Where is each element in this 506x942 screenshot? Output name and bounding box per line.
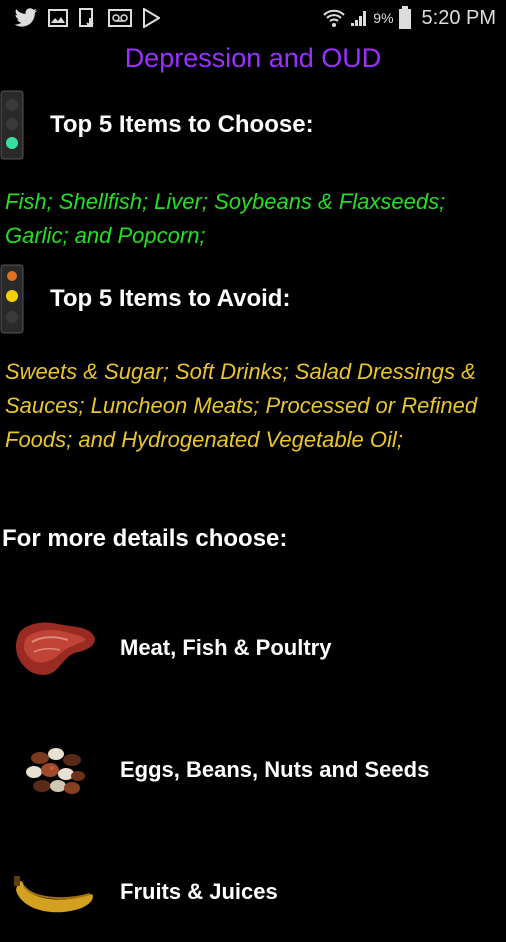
category-fruits[interactable]: Fruits & Juices [0,842,506,942]
avoid-heading: Top 5 Items to Avoid: [50,285,291,312]
image-icon [48,9,68,27]
steak-icon [10,608,100,688]
avoid-header: Top 5 Items to Avoid: [0,264,290,334]
category-meat[interactable]: Meat, Fish & Poultry [0,598,506,698]
voicemail-icon [108,9,132,27]
notification-icons [0,8,160,28]
choose-heading: Top 5 Items to Choose: [50,111,314,138]
category-label: Fruits & Juices [120,879,278,904]
choose-header: Top 5 Items to Choose: [0,90,314,160]
signal-icon [349,8,369,28]
category-eggs-beans[interactable]: Eggs, Beans, Nuts and Seeds [0,720,506,820]
play-store-icon [142,8,160,28]
system-status: 9% 5:20 PM [323,0,496,36]
details-prompt: For more details choose: [2,525,288,552]
battery-icon [398,6,412,30]
category-label: Meat, Fish & Poultry [120,635,332,660]
beans-icon [10,730,100,810]
choose-items-text: Fish; Shellfish; Liver; Soybeans & Flaxs… [5,189,446,248]
traffic-light-yellow-icon [0,264,24,334]
battery-percent: 9% [373,10,394,26]
category-label: Eggs, Beans, Nuts and Seeds [120,757,430,782]
clock: 5:20 PM [421,6,496,29]
traffic-light-green-icon [0,90,24,160]
page-title: Depression and OUD [124,43,382,73]
banana-icon [10,852,100,932]
twitter-icon [14,8,38,28]
wifi-icon [323,8,345,28]
avoid-items-text: Sweets & Sugar; Soft Drinks; Salad Dress… [5,359,478,452]
download-icon [78,8,98,28]
status-bar: 9% 5:20 PM [0,0,506,36]
